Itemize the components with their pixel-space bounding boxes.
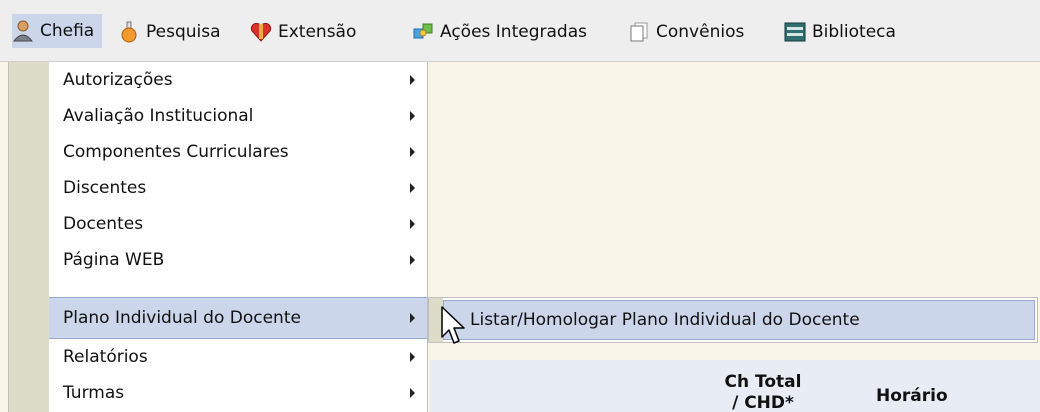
dropdown-item-label: Página WEB bbox=[63, 250, 165, 270]
dropdown-item-turmas[interactable]: Turmas bbox=[49, 375, 427, 411]
dropdown-item-label: Docentes bbox=[63, 214, 144, 234]
submenu-item-label: Listar/Homologar Plano Individual do Doc… bbox=[470, 310, 860, 330]
submenu-arrow-icon bbox=[410, 75, 415, 85]
menu-chefia[interactable]: Chefia bbox=[12, 14, 103, 48]
mouse-cursor-icon bbox=[440, 305, 470, 347]
menu-biblioteca[interactable]: Biblioteca bbox=[784, 20, 896, 44]
column-header-ch-total: Ch Total / CHD* bbox=[708, 372, 818, 412]
menu-extensao[interactable]: Extensão bbox=[250, 20, 356, 44]
menu-acoes-integradas[interactable]: Ações Integradas bbox=[412, 20, 587, 44]
chefia-dropdown: Autorizações Avaliação Institucional Com… bbox=[8, 62, 428, 412]
menu-convenios[interactable]: Convênios bbox=[628, 20, 744, 44]
puzzle-icon bbox=[412, 21, 434, 43]
dropdown-item-label: Avaliação Institucional bbox=[63, 106, 254, 126]
user-icon bbox=[12, 20, 34, 42]
menu-convenios-label: Convênios bbox=[656, 22, 745, 42]
dropdown-item-label: Plano Individual do Docente bbox=[63, 308, 301, 328]
dropdown-item-label: Relatórios bbox=[63, 347, 148, 367]
submenu-arrow-icon bbox=[410, 219, 415, 229]
menu-pesquisa-label: Pesquisa bbox=[146, 22, 221, 42]
heart-gift-icon bbox=[250, 21, 272, 43]
dropdown-item-label: Turmas bbox=[63, 383, 125, 403]
menu-extensao-label: Extensão bbox=[278, 22, 357, 42]
dropdown-gutter bbox=[9, 62, 49, 412]
dropdown-item-label: Discentes bbox=[63, 178, 147, 198]
submenu-arrow-icon bbox=[410, 183, 415, 193]
dropdown-item-avaliacao-institucional[interactable]: Avaliação Institucional bbox=[49, 98, 427, 134]
submenu-arrow-icon bbox=[410, 313, 415, 323]
submenu-arrow-icon bbox=[410, 111, 415, 121]
dropdown-item-label: Componentes Curriculares bbox=[63, 142, 289, 162]
plano-individual-submenu: Listar/Homologar Plano Individual do Doc… bbox=[428, 297, 1038, 343]
submenu-arrow-icon bbox=[410, 255, 415, 265]
menu-pesquisa[interactable]: Pesquisa bbox=[118, 20, 221, 44]
menu-chefia-label: Chefia bbox=[40, 21, 95, 41]
dropdown-item-pagina-web[interactable]: Página WEB bbox=[49, 242, 427, 278]
menu-acoes-integradas-label: Ações Integradas bbox=[440, 22, 587, 42]
submenu-arrow-icon bbox=[410, 388, 415, 398]
documents-icon bbox=[628, 21, 650, 43]
submenu-arrow-icon bbox=[410, 147, 415, 157]
top-menu-bar: Chefia Pesquisa Extensão Ações Integrada… bbox=[0, 0, 1040, 62]
dropdown-item-discentes[interactable]: Discentes bbox=[49, 170, 427, 206]
dropdown-item-autorizacoes[interactable]: Autorizações bbox=[49, 62, 427, 98]
dropdown-item-label: Autorizações bbox=[63, 70, 173, 90]
submenu-item-listar-homologar[interactable]: Listar/Homologar Plano Individual do Doc… bbox=[443, 300, 1035, 340]
column-header-horario: Horário bbox=[876, 386, 948, 406]
dropdown-item-relatorios[interactable]: Relatórios bbox=[49, 339, 427, 375]
dropdown-item-docentes[interactable]: Docentes bbox=[49, 206, 427, 242]
dropdown-item-componentes-curriculares[interactable]: Componentes Curriculares bbox=[49, 134, 427, 170]
column-header-line: / CHD* bbox=[732, 393, 794, 412]
flask-icon bbox=[118, 21, 140, 43]
table-header: Ch Total / CHD* Horário bbox=[430, 360, 1040, 412]
submenu-arrow-icon bbox=[410, 352, 415, 362]
column-header-line: Ch Total bbox=[724, 372, 802, 392]
dropdown-item-plano-individual-docente[interactable]: Plano Individual do Docente bbox=[49, 297, 427, 339]
books-icon bbox=[784, 21, 806, 43]
menu-biblioteca-label: Biblioteca bbox=[812, 22, 896, 42]
